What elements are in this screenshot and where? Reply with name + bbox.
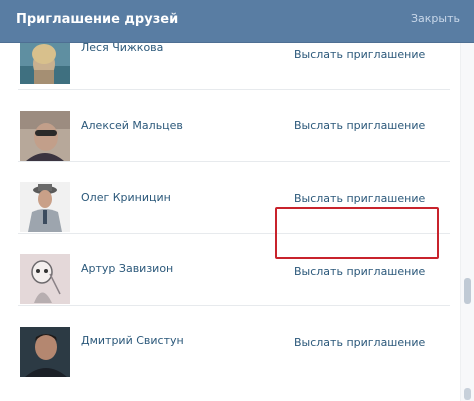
avatar[interactable]	[20, 327, 70, 377]
friend-name[interactable]: Леся Чижкова	[81, 43, 163, 54]
send-invite-button[interactable]: Выслать приглашение	[294, 48, 425, 61]
friend-name[interactable]: Олег Криницин	[81, 191, 171, 204]
friend-name[interactable]: Алексей Мальцев	[81, 119, 183, 132]
dialog-header: Приглашение друзей Закрыть	[0, 0, 474, 43]
avatar[interactable]	[20, 43, 70, 84]
friend-name[interactable]: Артур Завизион	[81, 262, 173, 275]
list-item: Олег Криницин Выслать приглашение	[0, 162, 460, 234]
user-photo-icon	[20, 43, 70, 84]
send-invite-button[interactable]: Выслать приглашение	[294, 336, 425, 349]
avatar[interactable]	[20, 111, 70, 161]
invite-friends-dialog: Приглашение друзей Закрыть Леся Чижкова …	[0, 0, 474, 401]
avatar[interactable]	[20, 182, 70, 232]
send-invite-button[interactable]: Выслать приглашение	[294, 265, 425, 278]
scrollbar[interactable]	[460, 43, 474, 401]
friends-list: Леся Чижкова Выслать приглашение Алексей…	[0, 43, 460, 401]
friend-name[interactable]: Дмитрий Свистун	[81, 334, 184, 347]
send-invite-button[interactable]: Выслать приглашение	[294, 119, 425, 132]
list-item: Артур Завизион Выслать приглашение	[0, 234, 460, 306]
dialog-title: Приглашение друзей	[16, 12, 179, 27]
list-item: Алексей Мальцев Выслать приглашение	[0, 90, 460, 162]
scrollbar-thumb[interactable]	[464, 278, 471, 304]
user-photo-icon	[20, 182, 70, 232]
avatar[interactable]	[20, 254, 70, 304]
list-item: Дмитрий Свистун Выслать приглашение	[0, 306, 460, 378]
user-photo-icon	[20, 327, 70, 377]
close-button[interactable]: Закрыть	[411, 12, 460, 25]
user-photo-icon	[20, 111, 70, 161]
user-photo-icon	[20, 254, 70, 304]
list-item: Леся Чижкова Выслать приглашение	[0, 43, 460, 90]
send-invite-button[interactable]: Выслать приглашение	[294, 192, 425, 205]
scrollbar-bottom-handle[interactable]	[464, 388, 471, 400]
